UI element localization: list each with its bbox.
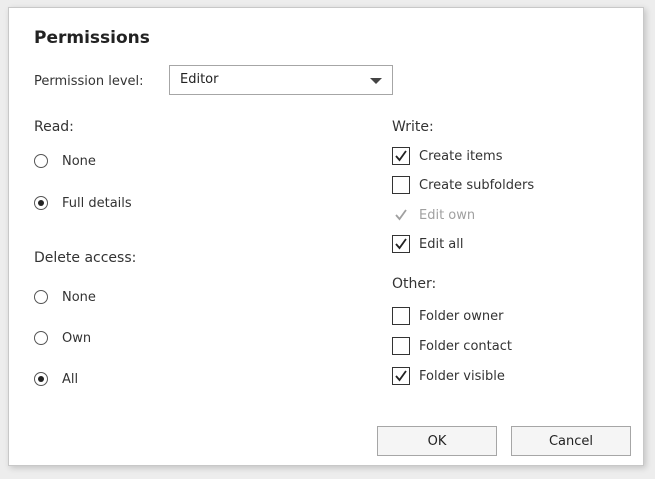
read-section-label: Read:	[34, 119, 74, 135]
edit-all-label: Edit all	[419, 236, 464, 252]
other-folder-contact[interactable]: Folder contact	[392, 335, 512, 357]
radio-read-full-details[interactable]	[34, 196, 48, 210]
radio-delete-all[interactable]	[34, 372, 48, 386]
edit-own-label: Edit own	[419, 207, 476, 223]
delete-option-none[interactable]: None	[34, 287, 96, 307]
read-option-full-details-label: Full details	[62, 195, 132, 211]
delete-option-none-label: None	[62, 289, 96, 305]
write-create-items[interactable]: Create items	[392, 145, 502, 167]
checkmark-icon	[395, 370, 407, 382]
delete-option-own[interactable]: Own	[34, 328, 91, 348]
write-section-label: Write:	[392, 119, 434, 135]
checkbox-create-subfolders[interactable]	[392, 176, 410, 194]
other-section-label: Other:	[392, 276, 437, 292]
chevron-down-icon	[370, 78, 382, 84]
checkmark-icon	[395, 150, 407, 162]
radio-read-none[interactable]	[34, 154, 48, 168]
other-folder-visible[interactable]: Folder visible	[392, 365, 505, 387]
checkbox-folder-contact[interactable]	[392, 337, 410, 355]
checkbox-folder-owner[interactable]	[392, 307, 410, 325]
write-edit-own: Edit own	[392, 204, 475, 226]
ok-button[interactable]: OK	[377, 426, 497, 456]
delete-option-all-label: All	[62, 371, 79, 387]
checkmark-icon	[395, 238, 407, 250]
permission-level-label: Permission level:	[34, 74, 144, 89]
radio-delete-none[interactable]	[34, 290, 48, 304]
read-option-none-label: None	[62, 153, 96, 169]
read-option-none[interactable]: None	[34, 151, 96, 171]
create-items-label: Create items	[419, 148, 503, 164]
other-folder-owner[interactable]: Folder owner	[392, 305, 503, 327]
checkbox-edit-own	[392, 206, 410, 224]
cancel-button[interactable]: Cancel	[511, 426, 631, 456]
write-create-subfolders[interactable]: Create subfolders	[392, 174, 534, 196]
dialog-title: Permissions	[34, 28, 150, 48]
read-option-full-details[interactable]: Full details	[34, 193, 132, 213]
delete-option-own-label: Own	[62, 330, 92, 346]
folder-visible-label: Folder visible	[419, 368, 505, 384]
radio-delete-own[interactable]	[34, 331, 48, 345]
delete-access-section-label: Delete access:	[34, 250, 137, 266]
permission-level-select[interactable]: Editor	[169, 65, 393, 95]
permission-level-value: Editor	[180, 72, 219, 87]
checkmark-icon	[395, 209, 407, 221]
create-subfolders-label: Create subfolders	[419, 177, 535, 193]
folder-contact-label: Folder contact	[419, 338, 512, 354]
folder-owner-label: Folder owner	[419, 308, 504, 324]
checkbox-edit-all[interactable]	[392, 235, 410, 253]
checkbox-folder-visible[interactable]	[392, 367, 410, 385]
write-edit-all[interactable]: Edit all	[392, 233, 464, 255]
checkbox-create-items[interactable]	[392, 147, 410, 165]
permissions-dialog: Permissions Permission level: Editor Rea…	[8, 7, 644, 466]
delete-option-all[interactable]: All	[34, 369, 78, 389]
